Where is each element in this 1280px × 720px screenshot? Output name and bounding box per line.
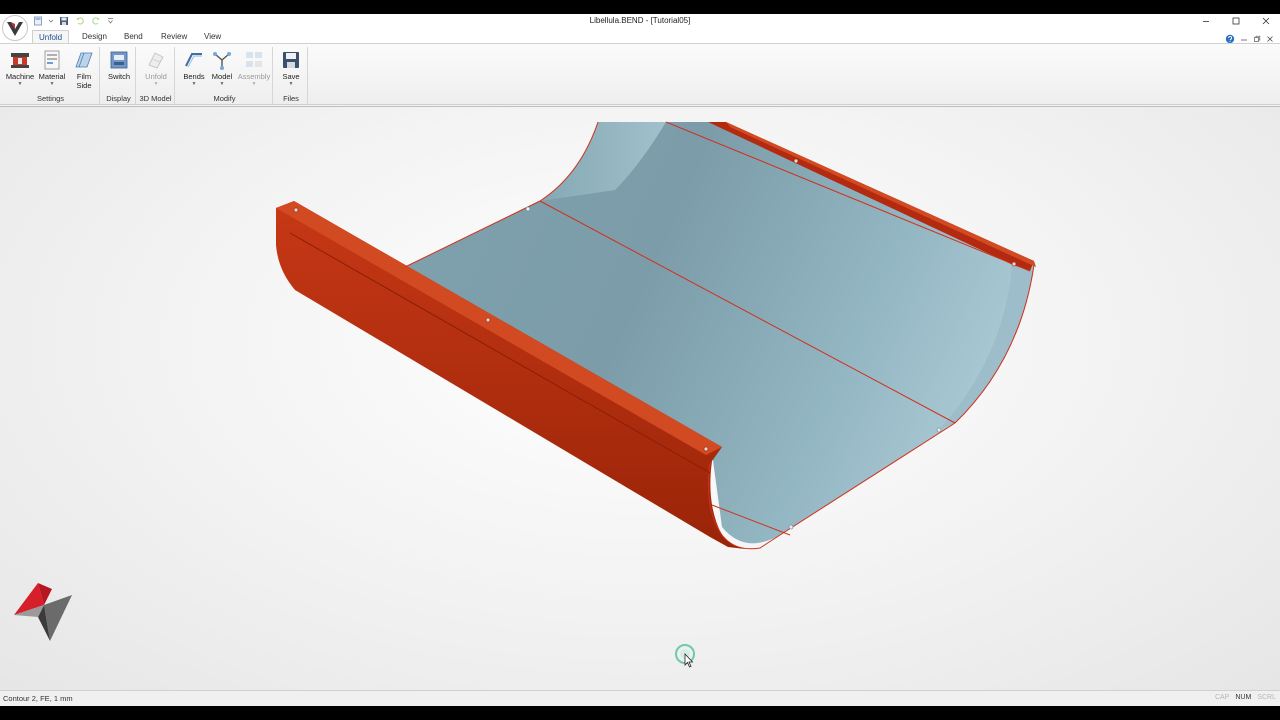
tab-view[interactable]: View xyxy=(198,30,227,44)
model-button[interactable]: Model ▼ xyxy=(207,49,237,93)
group-label-files: Files xyxy=(283,94,299,103)
maximize-icon[interactable] xyxy=(1228,14,1244,28)
dropdown-arrow-icon: ▼ xyxy=(288,81,294,87)
material-icon xyxy=(44,50,60,70)
3d-viewport[interactable] xyxy=(0,106,1280,690)
save-button[interactable]: Save ▼ xyxy=(276,49,306,93)
material-button[interactable]: Material ▼ xyxy=(37,49,67,93)
tab-design[interactable]: Design xyxy=(76,30,113,44)
film-side-icon xyxy=(75,52,93,68)
bends-button[interactable]: Bends ▼ xyxy=(179,49,209,93)
dropdown-arrow-icon: ▼ xyxy=(251,81,257,87)
bends-icon xyxy=(185,53,202,68)
group-3d-model: Unfold ▼ 3D Model xyxy=(137,47,175,104)
group-modify: Bends ▼ Model ▼ Assembly ▼ Modify xyxy=(177,47,273,104)
unfold-icon xyxy=(148,52,164,69)
film-side-button[interactable]: Film Side xyxy=(69,49,99,93)
group-files: Save ▼ Files xyxy=(275,47,308,104)
tab-review[interactable]: Review xyxy=(155,30,193,44)
window-controls xyxy=(1198,14,1274,28)
dropdown-arrow-icon: ▼ xyxy=(17,81,23,87)
tab-unfold[interactable]: Unfold xyxy=(32,30,70,44)
app-root: Libellula.BEND - [Tutorial05] Unfold Des… xyxy=(0,0,1280,720)
mouse-cursor-icon xyxy=(675,644,695,668)
libellula-logo-icon[interactable] xyxy=(2,15,28,41)
status-indicators: CAP NUM SCRL xyxy=(1215,694,1276,701)
group-display: Switch Display xyxy=(102,47,136,104)
assembly-icon xyxy=(246,52,262,67)
status-bar: Contour 2, FE, 1 mm CAP NUM SCRL xyxy=(0,690,1280,706)
group-label-display: Display xyxy=(106,94,131,103)
ribbon: Machine ▼ Material ▼ Film Side Settings … xyxy=(0,43,1280,105)
group-label-settings: Settings xyxy=(36,94,65,103)
tab-bend[interactable]: Bend xyxy=(118,30,149,44)
machine-button[interactable]: Machine ▼ xyxy=(5,49,35,93)
scrl-indicator: SCRL xyxy=(1257,694,1276,701)
close-icon[interactable] xyxy=(1258,14,1274,28)
num-indicator: NUM xyxy=(1235,694,1252,701)
switch-icon xyxy=(110,51,128,69)
orientation-triad-icon[interactable] xyxy=(8,577,78,647)
minimize-icon[interactable] xyxy=(1198,14,1214,28)
window-title: Libellula.BEND - [Tutorial05] xyxy=(589,16,691,25)
title-bar: Libellula.BEND - [Tutorial05] xyxy=(0,14,1280,30)
dropdown-arrow-icon: ▼ xyxy=(191,81,197,87)
switch-button[interactable]: Switch xyxy=(104,49,134,93)
model-icon xyxy=(213,52,231,70)
application-window: Libellula.BEND - [Tutorial05] Unfold Des… xyxy=(0,14,1280,706)
group-settings: Machine ▼ Material ▼ Film Side Settings xyxy=(2,47,100,104)
dropdown-arrow-icon: ▼ xyxy=(153,81,159,87)
assembly-button[interactable]: Assembly ▼ xyxy=(237,49,271,93)
unfold-button[interactable]: Unfold ▼ xyxy=(141,49,171,93)
status-text: Contour 2, FE, 1 mm xyxy=(3,694,73,703)
dropdown-arrow-icon: ▼ xyxy=(219,81,225,87)
machine-icon xyxy=(11,53,29,68)
ribbon-tab-bar: Unfold Design Bend Review View xyxy=(0,30,1280,44)
group-label-modify: Modify xyxy=(213,94,236,103)
sheet-metal-part[interactable] xyxy=(0,106,1280,690)
dropdown-arrow-icon: ▼ xyxy=(49,81,55,87)
cap-indicator: CAP xyxy=(1214,694,1230,701)
save-icon xyxy=(283,52,299,68)
group-label-3d-model: 3D Model xyxy=(139,94,172,103)
